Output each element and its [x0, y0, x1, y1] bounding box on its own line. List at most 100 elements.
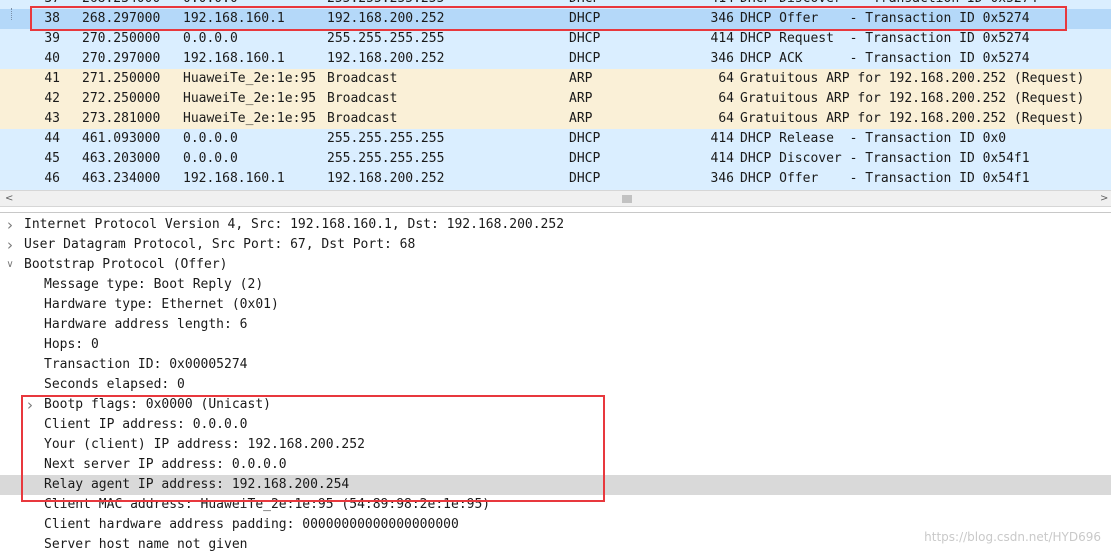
detail-text: Transaction ID: 0x00005274	[44, 357, 248, 372]
packet-destination: Broadcast	[327, 71, 398, 86]
packet-source: 192.168.160.1	[183, 51, 285, 66]
packet-time: 463.203000	[82, 151, 161, 166]
scroll-right-arrow[interactable]: >	[1100, 193, 1110, 205]
detail-row[interactable]: Your (client) IP address: 192.168.200.25…	[0, 435, 1111, 455]
packet-protocol: DHCP	[569, 51, 601, 66]
watermark: https://blog.csdn.net/HYD696	[924, 530, 1101, 544]
detail-text: Server host name not given	[44, 537, 248, 552]
detail-text: Bootstrap Protocol (Offer)	[24, 257, 228, 272]
packet-length: 64	[718, 71, 734, 86]
packet-source: 192.168.160.1	[183, 171, 285, 186]
packet-number: 44	[44, 131, 60, 146]
packet-row[interactable]: 46 463.234000 192.168.160.1 192.168.200.252…	[0, 169, 1111, 189]
expand-arrow-icon[interactable]: ›	[24, 395, 36, 415]
packet-destination: 192.168.200.252	[327, 171, 445, 186]
scroll-thumb[interactable]	[622, 195, 632, 203]
packet-protocol: DHCP	[569, 11, 601, 26]
packet-row[interactable]: 42 272.250000 HuaweiTe_2e:1e:95 Broadcast AR…	[0, 89, 1111, 109]
detail-text: Client hardware address padding: 0000000…	[44, 517, 459, 532]
detail-row[interactable]: Relay agent IP address: 192.168.200.254	[0, 475, 1111, 495]
detail-row[interactable]: › User Datagram Protocol, Src Port: 67, D…	[0, 235, 1111, 255]
packet-protocol: DHCP	[569, 0, 600, 9]
packet-row[interactable]: 37 268.234000 0.0.0.0 255.255.255.255 DH…	[0, 0, 1111, 9]
related-packet-bracket	[11, 8, 22, 20]
detail-text: Seconds elapsed: 0	[44, 377, 185, 392]
packet-row[interactable]: 40 270.297000 192.168.160.1 192.168.200.252…	[0, 49, 1111, 69]
packet-info: DHCP Discover - Transaction ID 0x5274	[740, 0, 1037, 9]
packet-length: 414	[710, 31, 734, 46]
packet-list[interactable]: 37 268.234000 0.0.0.0 255.255.255.255 DH…	[0, 0, 1111, 190]
packet-protocol: DHCP	[569, 31, 601, 46]
expand-arrow-icon[interactable]: ›	[4, 235, 16, 255]
packet-number: 39	[44, 31, 60, 46]
packet-protocol: DHCP	[569, 131, 601, 146]
packet-time: 268.234000	[82, 0, 160, 9]
packet-time: 461.093000	[82, 131, 161, 146]
packet-destination: 255.255.255.255	[327, 31, 445, 46]
detail-row[interactable]: Hardware address length: 6	[0, 315, 1111, 335]
detail-row[interactable]: Transaction ID: 0x00005274	[0, 355, 1111, 375]
packet-time: 273.281000	[82, 111, 161, 126]
detail-row[interactable]: ∨ Bootstrap Protocol (Offer)	[0, 255, 1111, 275]
packet-time: 268.297000	[82, 11, 161, 26]
detail-text: Hops: 0	[44, 337, 99, 352]
packet-number: 43	[44, 111, 60, 126]
expand-arrow-icon[interactable]: ›	[4, 215, 16, 235]
scroll-left-arrow[interactable]: <	[5, 193, 15, 205]
packet-time: 270.297000	[82, 51, 161, 66]
packet-destination: 192.168.200.252	[327, 11, 445, 26]
detail-row[interactable]: Next server IP address: 0.0.0.0	[0, 455, 1111, 475]
detail-row[interactable]: Seconds elapsed: 0	[0, 375, 1111, 395]
packet-length: 414	[710, 131, 734, 146]
packet-destination: Broadcast	[327, 91, 398, 106]
packet-source: 0.0.0.0	[183, 131, 238, 146]
detail-text: Bootp flags: 0x0000 (Unicast)	[44, 397, 271, 412]
packet-length: 414	[690, 0, 734, 9]
packet-protocol: ARP	[569, 71, 593, 86]
packet-protocol: DHCP	[569, 151, 601, 166]
packet-number: 46	[44, 171, 60, 186]
detail-text: Hardware type: Ethernet (0x01)	[44, 297, 279, 312]
detail-text: User Datagram Protocol, Src Port: 67, Ds…	[24, 237, 416, 252]
packet-destination: 192.168.200.252	[327, 51, 445, 66]
detail-row[interactable]: Client MAC address: HuaweiTe_2e:1e:95 (5…	[0, 495, 1111, 515]
packet-length: 346	[710, 51, 734, 66]
packet-info: Gratuitous ARP for 192.168.200.252 (Requ…	[740, 111, 1085, 126]
packet-row-selected[interactable]: 38 268.297000 192.168.160.1 192.168.200.252…	[0, 9, 1111, 29]
detail-row[interactable]: Client IP address: 0.0.0.0	[0, 415, 1111, 435]
detail-text: Client MAC address: HuaweiTe_2e:1e:95 (5…	[44, 497, 491, 512]
packet-info: Gratuitous ARP for 192.168.200.252 (Requ…	[740, 91, 1085, 106]
collapse-arrow-icon[interactable]: ∨	[4, 255, 16, 275]
packet-time: 272.250000	[82, 91, 161, 106]
packet-info: DHCP Offer - Transaction ID 0x5274	[740, 11, 1030, 26]
packet-details-tree[interactable]: › Internet Protocol Version 4, Src: 192.1…	[0, 213, 1111, 556]
detail-text: Hardware address length: 6	[44, 317, 248, 332]
packet-row[interactable]: 43 273.281000 HuaweiTe_2e:1e:95 Broadcast AR…	[0, 109, 1111, 129]
horizontal-scrollbar[interactable]: < >	[0, 190, 1111, 207]
packet-number: 45	[44, 151, 60, 166]
packet-source: HuaweiTe_2e:1e:95	[183, 91, 317, 106]
detail-text: Message type: Boot Reply (2)	[44, 277, 264, 292]
packet-time: 271.250000	[82, 71, 161, 86]
packet-destination: 255.255.255.255	[327, 151, 445, 166]
detail-row[interactable]: › Internet Protocol Version 4, Src: 192.1…	[0, 215, 1111, 235]
detail-text: Your (client) IP address: 192.168.200.25…	[44, 437, 365, 452]
packet-time: 270.250000	[82, 31, 161, 46]
detail-row[interactable]: Hops: 0	[0, 335, 1111, 355]
packet-length: 414	[710, 151, 734, 166]
packet-source: HuaweiTe_2e:1e:95	[183, 71, 317, 86]
packet-row[interactable]: 41 271.250000 HuaweiTe_2e:1e:95 Broadcast AR…	[0, 69, 1111, 89]
packet-source: 0.0.0.0	[183, 0, 238, 9]
packet-destination: 255.255.255.255	[327, 131, 445, 146]
packet-row[interactable]: 39 270.250000 0.0.0.0 255.255.255.255 DHCP 41…	[0, 29, 1111, 49]
packet-source: 192.168.160.1	[183, 11, 285, 26]
packet-number: 41	[44, 71, 60, 86]
packet-row[interactable]: 44 461.093000 0.0.0.0 255.255.255.255 DHCP 41…	[0, 129, 1111, 149]
detail-row[interactable]: › Bootp flags: 0x0000 (Unicast)	[0, 395, 1111, 415]
packet-info: DHCP ACK - Transaction ID 0x5274	[740, 51, 1030, 66]
packet-number: 40	[44, 51, 60, 66]
packet-row[interactable]: 45 463.203000 0.0.0.0 255.255.255.255 DHCP 41…	[0, 149, 1111, 169]
detail-row[interactable]: Hardware type: Ethernet (0x01)	[0, 295, 1111, 315]
detail-row[interactable]: Message type: Boot Reply (2)	[0, 275, 1111, 295]
packet-number: 42	[44, 91, 60, 106]
